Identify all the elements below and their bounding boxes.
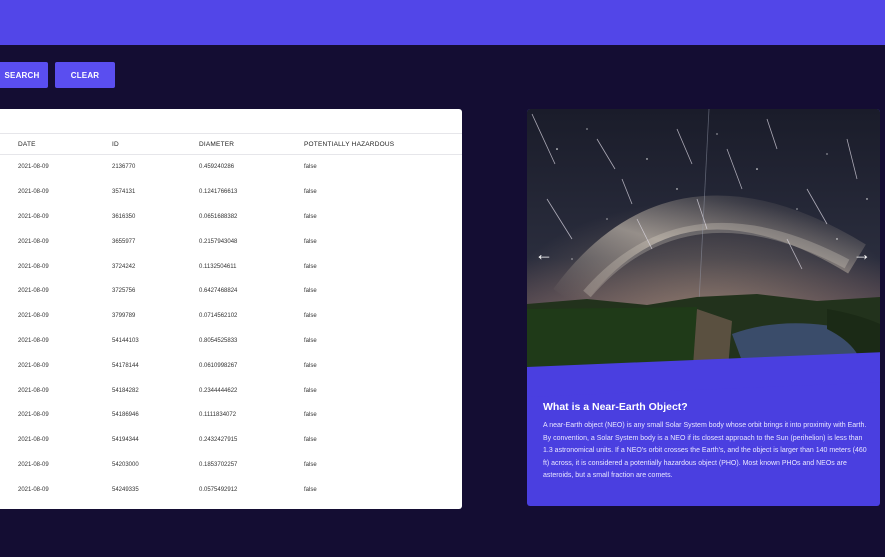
top-header-bar (0, 0, 885, 45)
cell-date: 2021-08-09 (18, 437, 49, 444)
cell-date: 2021-08-09 (18, 263, 49, 270)
cell-id: 54194344 (112, 437, 139, 444)
info-card: ← → What is a Near-Earth Object? A near-… (527, 109, 880, 506)
cell-diameter: 0.1132504611 (199, 263, 237, 270)
cell-diameter: 0.0714562102 (199, 313, 238, 320)
cell-id: 3574131 (112, 189, 136, 196)
table-toolbar (0, 109, 462, 134)
cell-id: 54184282 (112, 387, 139, 394)
cell-hazardous: false (304, 387, 317, 394)
cell-hazardous: false (304, 238, 317, 245)
cell-date: 2021-08-09 (18, 486, 49, 493)
cell-id: 54144103 (112, 337, 139, 344)
neo-table: DATE ID DIAMETER POTENTIALLY HAZARDOUS 2… (0, 109, 462, 509)
table-row[interactable]: 2021-08-09 3616350 0.0651688382 false (0, 205, 462, 230)
cell-date: 2021-08-09 (18, 337, 49, 344)
cell-hazardous: false (304, 337, 317, 344)
cell-hazardous: false (304, 437, 317, 444)
cell-hazardous: false (304, 213, 317, 220)
cell-diameter: 0.0651688382 (199, 213, 238, 220)
cell-id: 2136770 (112, 164, 136, 171)
cell-id: 54249335 (112, 486, 139, 493)
cell-id: 54178144 (112, 362, 139, 369)
cell-date: 2021-08-09 (18, 412, 49, 419)
cell-date: 2021-08-09 (18, 288, 49, 295)
column-header-date[interactable]: DATE (18, 141, 36, 148)
cell-id: 3616350 (112, 213, 136, 220)
cell-date: 2021-08-09 (18, 238, 49, 245)
column-header-diameter[interactable]: DIAMETER (199, 141, 234, 148)
cell-hazardous: false (304, 164, 317, 171)
cell-diameter: 0.1111834072 (199, 412, 237, 419)
cell-date: 2021-08-09 (18, 313, 49, 320)
cell-hazardous: false (304, 288, 317, 295)
table-body: 2021-08-09 2136770 0.459240286 false 2021-08… (0, 155, 462, 502)
column-header-id[interactable]: ID (112, 141, 119, 148)
cell-date: 2021-08-09 (18, 213, 49, 220)
cell-diameter: 0.1853702257 (199, 461, 238, 468)
cell-diameter: 0.2157943048 (199, 238, 238, 245)
table-row[interactable]: 2021-08-09 54249335 0.0575492912 false (0, 477, 462, 502)
arrow-right-icon[interactable]: → (850, 244, 874, 264)
table-row[interactable]: 2021-08-09 54203000 0.1853702257 false (0, 453, 462, 478)
info-body: A near-Earth object (NEO) is any small S… (543, 422, 867, 479)
cell-diameter: 0.0575492912 (199, 486, 238, 493)
column-header-hazardous[interactable]: POTENTIALLY HAZARDOUS (304, 141, 394, 148)
table-row[interactable]: 2021-08-09 54194344 0.2432427915 false (0, 428, 462, 453)
cell-diameter: 0.2432427915 (199, 437, 238, 444)
table-row[interactable]: 2021-08-09 3725756 0.6427468824 false (0, 279, 462, 304)
table-row[interactable]: 2021-08-09 3574131 0.1241766613 false (0, 180, 462, 205)
cell-date: 2021-08-09 (18, 189, 49, 196)
cell-id: 3799789 (112, 313, 136, 320)
search-button[interactable]: SEARCH (0, 62, 48, 88)
table-row[interactable]: 2021-08-09 3799789 0.0714562102 false (0, 304, 462, 329)
table-row[interactable]: 2021-08-09 54184282 0.2344444622 false (0, 378, 462, 403)
info-title: What is a Near-Earth Object? (543, 401, 688, 413)
cell-date: 2021-08-09 (18, 362, 49, 369)
cell-hazardous: false (304, 461, 317, 468)
cell-diameter: 0.2344444622 (199, 387, 238, 394)
cell-id: 3724242 (112, 263, 136, 270)
cell-diameter: 0.0610998267 (199, 362, 238, 369)
cell-hazardous: false (304, 412, 317, 419)
cell-hazardous: false (304, 189, 317, 196)
table-row[interactable]: 2021-08-09 54186946 0.1111834072 false (0, 403, 462, 428)
cell-hazardous: false (304, 313, 317, 320)
clear-button[interactable]: CLEAR (55, 62, 115, 88)
table-header-row: DATE ID DIAMETER POTENTIALLY HAZARDOUS (0, 134, 462, 155)
cell-diameter: 0.459240286 (199, 164, 235, 171)
cell-id: 54203000 (112, 461, 139, 468)
table-row[interactable]: 2021-08-09 54144103 0.8054525833 false (0, 329, 462, 354)
cell-date: 2021-08-09 (18, 164, 49, 171)
cell-hazardous: false (304, 362, 317, 369)
cell-id: 3725756 (112, 288, 136, 295)
cell-diameter: 0.1241766613 (199, 189, 238, 196)
night-sky-image (527, 109, 880, 380)
cell-hazardous: false (304, 263, 317, 270)
cell-id: 54186946 (112, 412, 139, 419)
cell-diameter: 0.6427468824 (199, 288, 238, 295)
cell-id: 3655977 (112, 238, 136, 245)
table-row[interactable]: 2021-08-09 2136770 0.459240286 false (0, 155, 462, 180)
table-row[interactable]: 2021-08-09 54178144 0.0610998267 false (0, 353, 462, 378)
milky-way-photo (527, 109, 880, 380)
table-row[interactable]: 2021-08-09 3655977 0.2157943048 false (0, 229, 462, 254)
table-row[interactable]: 2021-08-09 3724242 0.1132504611 false (0, 254, 462, 279)
cell-date: 2021-08-09 (18, 461, 49, 468)
cell-date: 2021-08-09 (18, 387, 49, 394)
cell-diameter: 0.8054525833 (199, 337, 238, 344)
arrow-left-icon[interactable]: ← (532, 244, 556, 264)
cell-hazardous: false (304, 486, 317, 493)
